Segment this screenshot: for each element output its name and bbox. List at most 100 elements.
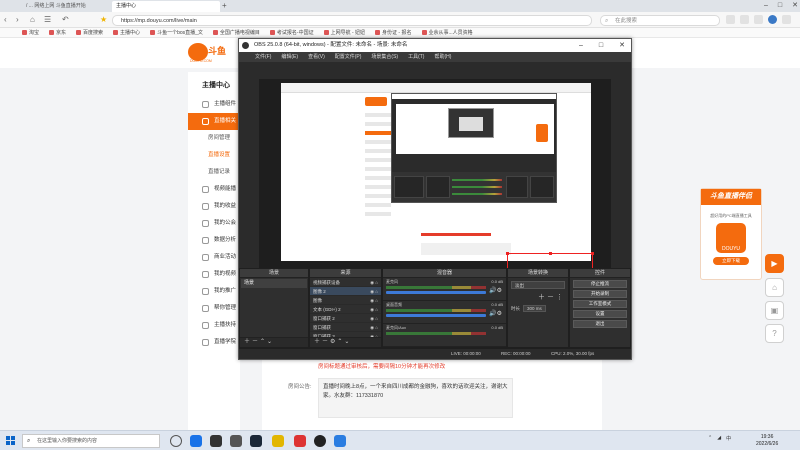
settings-button[interactable]: 设置 — [573, 310, 627, 318]
obs-minimize-icon[interactable]: – — [579, 39, 583, 52]
steam-icon[interactable] — [250, 435, 262, 447]
history-icon[interactable] — [754, 15, 763, 24]
browser-tab-2[interactable]: 主播中心 — [112, 1, 220, 12]
settings-icon[interactable] — [782, 15, 791, 24]
sidebar-item-my-videos[interactable]: 我的视频 — [188, 266, 240, 283]
bookmark-star-icon[interactable]: ★ — [100, 14, 107, 26]
sidebar-item-guild[interactable]: 我的公会 — [188, 215, 240, 232]
sidebar-item-academy[interactable]: 直播学院 — [188, 334, 240, 351]
browser-tab-1[interactable]: / ... 网络上网 斗鱼直播开始 — [22, 1, 112, 12]
sources-toolbar[interactable]: ＋－⚙⌃⌄ — [310, 337, 381, 347]
bookmark-item[interactable]: 身份证 - 报名 — [375, 28, 411, 37]
network-icon[interactable]: ⌃ — [708, 435, 712, 442]
browser-taskbar-icon[interactable] — [334, 435, 346, 447]
close-icon[interactable]: ✕ — [792, 0, 798, 12]
start-recording-button[interactable]: 开始录制 — [573, 290, 627, 298]
bookmark-item[interactable]: 京东 — [49, 28, 66, 37]
sidebar-item-video[interactable]: 视频能播 — [188, 181, 240, 198]
sidebar-item-income[interactable]: 我的收益 — [188, 198, 240, 215]
task-view-icon[interactable] — [170, 435, 182, 447]
maximize-icon[interactable]: □ — [778, 0, 782, 12]
bookmark-item[interactable]: 百度搜索 — [76, 28, 103, 37]
input-language[interactable]: 中 — [726, 435, 731, 442]
help-side-icon[interactable]: ? — [765, 324, 784, 343]
source-item[interactable]: 图像 2 — [310, 287, 381, 296]
obs-window: OBS 25.0.8 (64-bit, windows) - 配置文件: 未命名… — [238, 38, 632, 360]
obs-menu-file[interactable]: 文件(F) — [255, 52, 271, 62]
app-icon[interactable] — [230, 435, 242, 447]
forward-icon[interactable]: › — [16, 14, 19, 26]
undo-icon[interactable]: ↶ — [62, 14, 69, 26]
bookmark-item[interactable]: 淘宝 — [22, 28, 39, 37]
home-icon[interactable]: ⌂ — [30, 14, 35, 26]
obs-taskbar-icon[interactable] — [314, 435, 326, 447]
studio-mode-button[interactable]: 工作室模式 — [573, 300, 627, 308]
transition-select[interactable]: 淡出 — [511, 281, 565, 289]
taskbar-search-input[interactable]: ⌕ 在这里输入你要搜索的内容 — [22, 434, 160, 448]
stop-streaming-button[interactable]: 停止推流 — [573, 280, 627, 288]
obs-menu-tools[interactable]: 工具(T) — [408, 52, 424, 62]
bookmark-item[interactable]: 上网导航 - 妞妞 — [324, 28, 365, 37]
sidebar-item-support[interactable]: 主播扶持 — [188, 317, 240, 334]
download-icon[interactable] — [740, 15, 749, 24]
source-item[interactable]: 窗口捕获 — [310, 323, 381, 332]
bookmark-item[interactable]: 斗鱼一个bos直播_文 — [150, 28, 203, 37]
sidebar-item-business[interactable]: 商业活动 — [188, 249, 240, 266]
sidebar-subitem-live-records[interactable]: 直播记录 — [188, 164, 240, 181]
new-tab-icon[interactable]: + — [222, 0, 227, 11]
obs-menu-scene-collection[interactable]: 场景集合(S) — [371, 52, 398, 62]
scenes-toolbar[interactable]: ＋－⌃⌄ — [240, 337, 308, 347]
announcement-textarea[interactable]: 直播时间晚上8点，一个来自四川成都的金融狗，喜欢的话欢迎关注，谢谢大家。水友群：… — [318, 378, 513, 418]
app-icon[interactable] — [272, 435, 284, 447]
sidebar-item-analytics[interactable]: 数据分析 — [188, 232, 240, 249]
app-side-icon[interactable]: ▣ — [765, 301, 784, 320]
obs-menu-help[interactable]: 帮助(H) — [434, 52, 451, 62]
url-input[interactable]: https://mp.douyu.com/live/main — [112, 15, 592, 26]
bookmark-item[interactable]: 业余从事...人员资格 — [422, 28, 473, 37]
windows-start-icon[interactable] — [6, 436, 16, 446]
obs-menu-profile[interactable]: 配置文件(P) — [335, 52, 362, 62]
volume-slider[interactable] — [386, 314, 486, 317]
exit-button[interactable]: 退出 — [573, 320, 627, 328]
duration-input[interactable]: 300 ms — [523, 305, 546, 312]
sidebar-item-manage[interactable]: 帮你管理 — [188, 300, 240, 317]
douyu-logo[interactable]: 斗鱼 DOUYU.COM — [188, 43, 234, 63]
system-clock[interactable]: 19:36 2022/6/26 — [756, 434, 778, 448]
home-side-icon[interactable]: ⌂ — [765, 278, 784, 297]
sidebar-subitem-live-settings[interactable]: 直播设置 — [188, 147, 240, 164]
source-item[interactable]: 视频捕获设备 — [310, 278, 381, 287]
volume-slider[interactable] — [386, 291, 486, 294]
companion-promo-card[interactable]: 斗鱼直播伴侣 超好用的PC端直播工具 DOUYU 立即下载 — [700, 188, 762, 280]
bookmark-item[interactable]: 主播中心 — [113, 28, 140, 37]
extension-icon[interactable] — [726, 15, 735, 24]
source-item[interactable]: 图像 — [310, 296, 381, 305]
play-icon[interactable]: ▶ — [765, 254, 784, 273]
speaker-gear-icon[interactable]: 🔊⚙ — [489, 310, 502, 317]
bookmark-item[interactable]: 考试报名-中国证 — [270, 28, 314, 37]
back-icon[interactable]: ‹ — [4, 14, 7, 26]
speaker-gear-icon[interactable]: 🔊⚙ — [489, 287, 502, 294]
clock-app-icon[interactable] — [210, 435, 222, 447]
edge-icon[interactable] — [190, 435, 202, 447]
obs-menu-edit[interactable]: 编辑(E) — [281, 52, 298, 62]
menu-icon[interactable]: ☰ — [44, 14, 51, 26]
avatar[interactable] — [768, 15, 777, 24]
sidebar-item-live[interactable]: 直播相关 — [188, 113, 240, 130]
volume-icon[interactable]: ◢ — [717, 435, 721, 442]
minimize-icon[interactable]: – — [764, 0, 768, 12]
obs-maximize-icon[interactable]: □ — [599, 39, 603, 52]
sidebar-item-promotion[interactable]: 我的推广 — [188, 283, 240, 300]
app-icon[interactable] — [294, 435, 306, 447]
bookmark-item[interactable]: 全国广播电视编目 — [213, 28, 260, 37]
browser-tab-bar: / ... 网络上网 斗鱼直播开始 主播中心 + – □ ✕ — [0, 0, 800, 12]
sidebar-subitem-room-manage[interactable]: 房间管理 — [188, 130, 240, 147]
obs-close-icon[interactable]: ✕ — [619, 39, 625, 52]
source-item[interactable]: 窗口捕获 2 — [310, 314, 381, 323]
obs-menu-view[interactable]: 查看(V) — [308, 52, 325, 62]
scene-item[interactable]: 场景 — [241, 279, 307, 288]
transition-add-remove[interactable]: ＋－⋮ — [511, 292, 565, 302]
browser-search-input[interactable]: ⌕ 在此搜索 — [600, 15, 720, 26]
sidebar-item-anchor-tools[interactable]: 主播组件 — [188, 96, 240, 113]
source-item[interactable]: 文本 (GDI+) 2 — [310, 305, 381, 314]
download-now-button[interactable]: 立即下载 — [713, 257, 749, 265]
